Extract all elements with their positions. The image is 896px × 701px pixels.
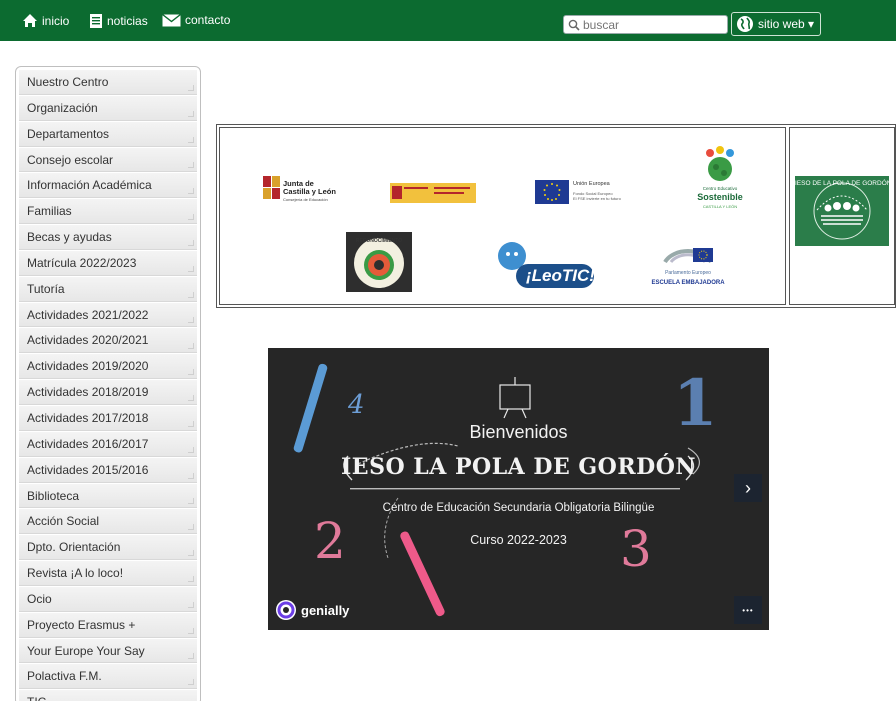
sustainable-globe-icon	[706, 146, 734, 181]
sostenible-line3: CASTILLA Y LEÓN	[702, 204, 738, 209]
reconocimiento-label: RECONOCIMIENTO	[355, 238, 403, 244]
sidebar-item-actividades-2020-2021[interactable]: Actividades 2020/2021	[19, 328, 197, 354]
union-europea-fse-logo[interactable]: Unión Europea Fondo Social Europeo El FS…	[535, 180, 635, 206]
sidebar-item-acción-social[interactable]: Acción Social	[19, 509, 197, 535]
sidebar-item-familias[interactable]: Familias	[19, 199, 197, 225]
centro-sostenible-logo[interactable]: Centro Educativo Sostenible CASTILLA Y L…	[688, 145, 752, 213]
sidebar-item-actividades-2021-2022[interactable]: Actividades 2021/2022	[19, 302, 197, 328]
nav-home-label: inicio	[42, 13, 70, 28]
sidebar-item-your-europe-your-say[interactable]: Your Europe Your Say	[19, 638, 197, 664]
genially-presentation[interactable]: 4 1 2 3 Bienvenidos IESO LA POLA DE GORD…	[268, 348, 769, 630]
sidebar-item-tutoría[interactable]: Tutoría	[19, 276, 197, 302]
site-menu-button[interactable]: sitio web ▾	[731, 12, 821, 36]
globe-icon	[737, 16, 753, 32]
sidebar-item-dpto-orientación[interactable]: Dpto. Orientación	[19, 535, 197, 561]
title-underline	[350, 488, 680, 490]
sidebar-item-tic[interactable]: TIC	[19, 690, 197, 701]
sidebar-item-departamentos[interactable]: Departamentos	[19, 121, 197, 147]
sostenible-line1: Centro Educativo	[702, 186, 738, 191]
ministry-text-bar	[434, 192, 464, 194]
sidebar-item-información-académica[interactable]: Información Académica	[19, 173, 197, 199]
course-text: Curso 2022-2023	[470, 533, 567, 547]
genially-logo-icon	[276, 600, 296, 620]
ministerio-educacion-logo[interactable]	[390, 183, 476, 203]
sidebar-item-revista-a-lo-loco[interactable]: Revista ¡A lo loco!	[19, 561, 197, 586]
genially-brand[interactable]: genially	[275, 599, 349, 621]
sidebar-item-actividades-2017-2018[interactable]: Actividades 2017/2018	[19, 405, 197, 431]
more-options-button[interactable]: •••	[734, 596, 762, 624]
next-slide-button[interactable]: ›	[734, 474, 762, 502]
search-icon	[568, 19, 580, 31]
search-input[interactable]	[583, 17, 723, 32]
sidebar-item-polactiva-f-m[interactable]: Polactiva F.M.	[19, 664, 197, 690]
junta-castilla-leon-logo[interactable]: Junta de Castilla y León Consejería de E…	[263, 176, 343, 206]
sidebar-item-biblioteca[interactable]: Biblioteca	[19, 483, 197, 509]
home-icon	[23, 14, 37, 27]
parlamento-line1: Parlamento Europeo	[665, 270, 711, 276]
sidebar-item-nuestro-centro[interactable]: Nuestro Centro	[19, 70, 197, 95]
sidebar-item-actividades-2015-2016[interactable]: Actividades 2015/2016	[19, 457, 197, 483]
chevron-right-icon: ›	[745, 477, 751, 498]
more-dots-icon: •••	[742, 605, 754, 615]
easel-icon	[499, 377, 531, 419]
parliament-building-icon	[663, 248, 713, 264]
spain-shield-icon	[392, 186, 402, 199]
ue-line3: El FSE invierte en tu futuro	[573, 196, 621, 201]
leotic-logo[interactable]: ¡LeoTIC!	[490, 236, 596, 290]
nav-news-label: noticias	[107, 14, 148, 28]
number-three: 3	[620, 520, 652, 578]
parlamento-europeo-logo[interactable]: Parlamento Europeo ESCUELA EMBAJADORA	[647, 234, 729, 292]
sidebar-item-proyecto-erasmus[interactable]: Proyecto Erasmus +	[19, 612, 197, 638]
eu-flag-icon	[535, 180, 569, 204]
sidebar-menu: Nuestro Centro Organización Departamentos C…	[15, 66, 201, 701]
nav-news-link[interactable]: noticias	[89, 13, 148, 29]
nav-contact-link[interactable]: contacto	[162, 13, 230, 27]
number-four: 4	[348, 390, 365, 420]
junta-shield-icon	[263, 176, 280, 199]
nav-home-link[interactable]: inicio	[22, 13, 69, 28]
envelope-icon	[162, 13, 181, 26]
genially-brand-label: genially	[301, 602, 350, 618]
junta-line3: Consejería de Educación	[283, 197, 328, 202]
partner-logos-table: Junta de Castilla y León Consejería de E…	[216, 124, 896, 308]
parlamento-line2: ESCUELA EMBAJADORA	[651, 280, 725, 286]
sidebar-item-organización[interactable]: Organización	[19, 95, 197, 121]
leotic-label: ¡LeoTIC!	[526, 266, 595, 285]
site-menu-label: sitio web ▾	[758, 17, 815, 31]
sidebar-item-actividades-2016-2017[interactable]: Actividades 2016/2017	[19, 431, 197, 457]
junta-line2: Castilla y León	[283, 187, 336, 196]
ieso-pola-gordon-logo[interactable]: IESO DE LA POLA DE GORDÓN	[795, 176, 892, 246]
reconocimiento-logo[interactable]: RECONOCIMIENTO	[346, 232, 412, 292]
school-logo-cell: IESO DE LA POLA DE GORDÓN	[789, 127, 895, 305]
welcome-text: Bienvenidos	[469, 422, 568, 442]
sidebar-item-consejo-escolar[interactable]: Consejo escolar	[19, 147, 197, 173]
school-subtitle: Centro de Educación Secundaria Obligator…	[382, 502, 655, 514]
sidebar-item-becas-y-ayudas[interactable]: Becas y ayudas	[19, 225, 197, 250]
school-seal-label: IESO DE LA POLA DE GORDÓN	[795, 180, 892, 187]
sidebar-item-actividades-2019-2020[interactable]: Actividades 2019/2020	[19, 354, 197, 380]
sidebar-item-ocio[interactable]: Ocio	[19, 586, 197, 612]
document-icon	[90, 14, 102, 28]
search-box[interactable]	[563, 15, 728, 34]
ministry-text-bar	[404, 187, 428, 189]
nav-contact-label: contacto	[185, 13, 231, 27]
school-name-title: IESO LA POLA DE GORDÓN	[341, 454, 696, 480]
sostenible-line2: Sostenible	[697, 192, 743, 202]
ministry-text-bar	[434, 187, 470, 189]
sidebar-item-matrícula-2022-2023[interactable]: Matrícula 2022/2023	[19, 250, 197, 276]
partner-logos-cell: Junta de Castilla y León Consejería de E…	[219, 127, 786, 305]
ue-line1: Unión Europea	[573, 181, 610, 187]
top-navigation-bar: inicio noticias contacto sitio web ▾	[0, 0, 896, 41]
sidebar-item-actividades-2018-2019[interactable]: Actividades 2018/2019	[19, 380, 197, 405]
